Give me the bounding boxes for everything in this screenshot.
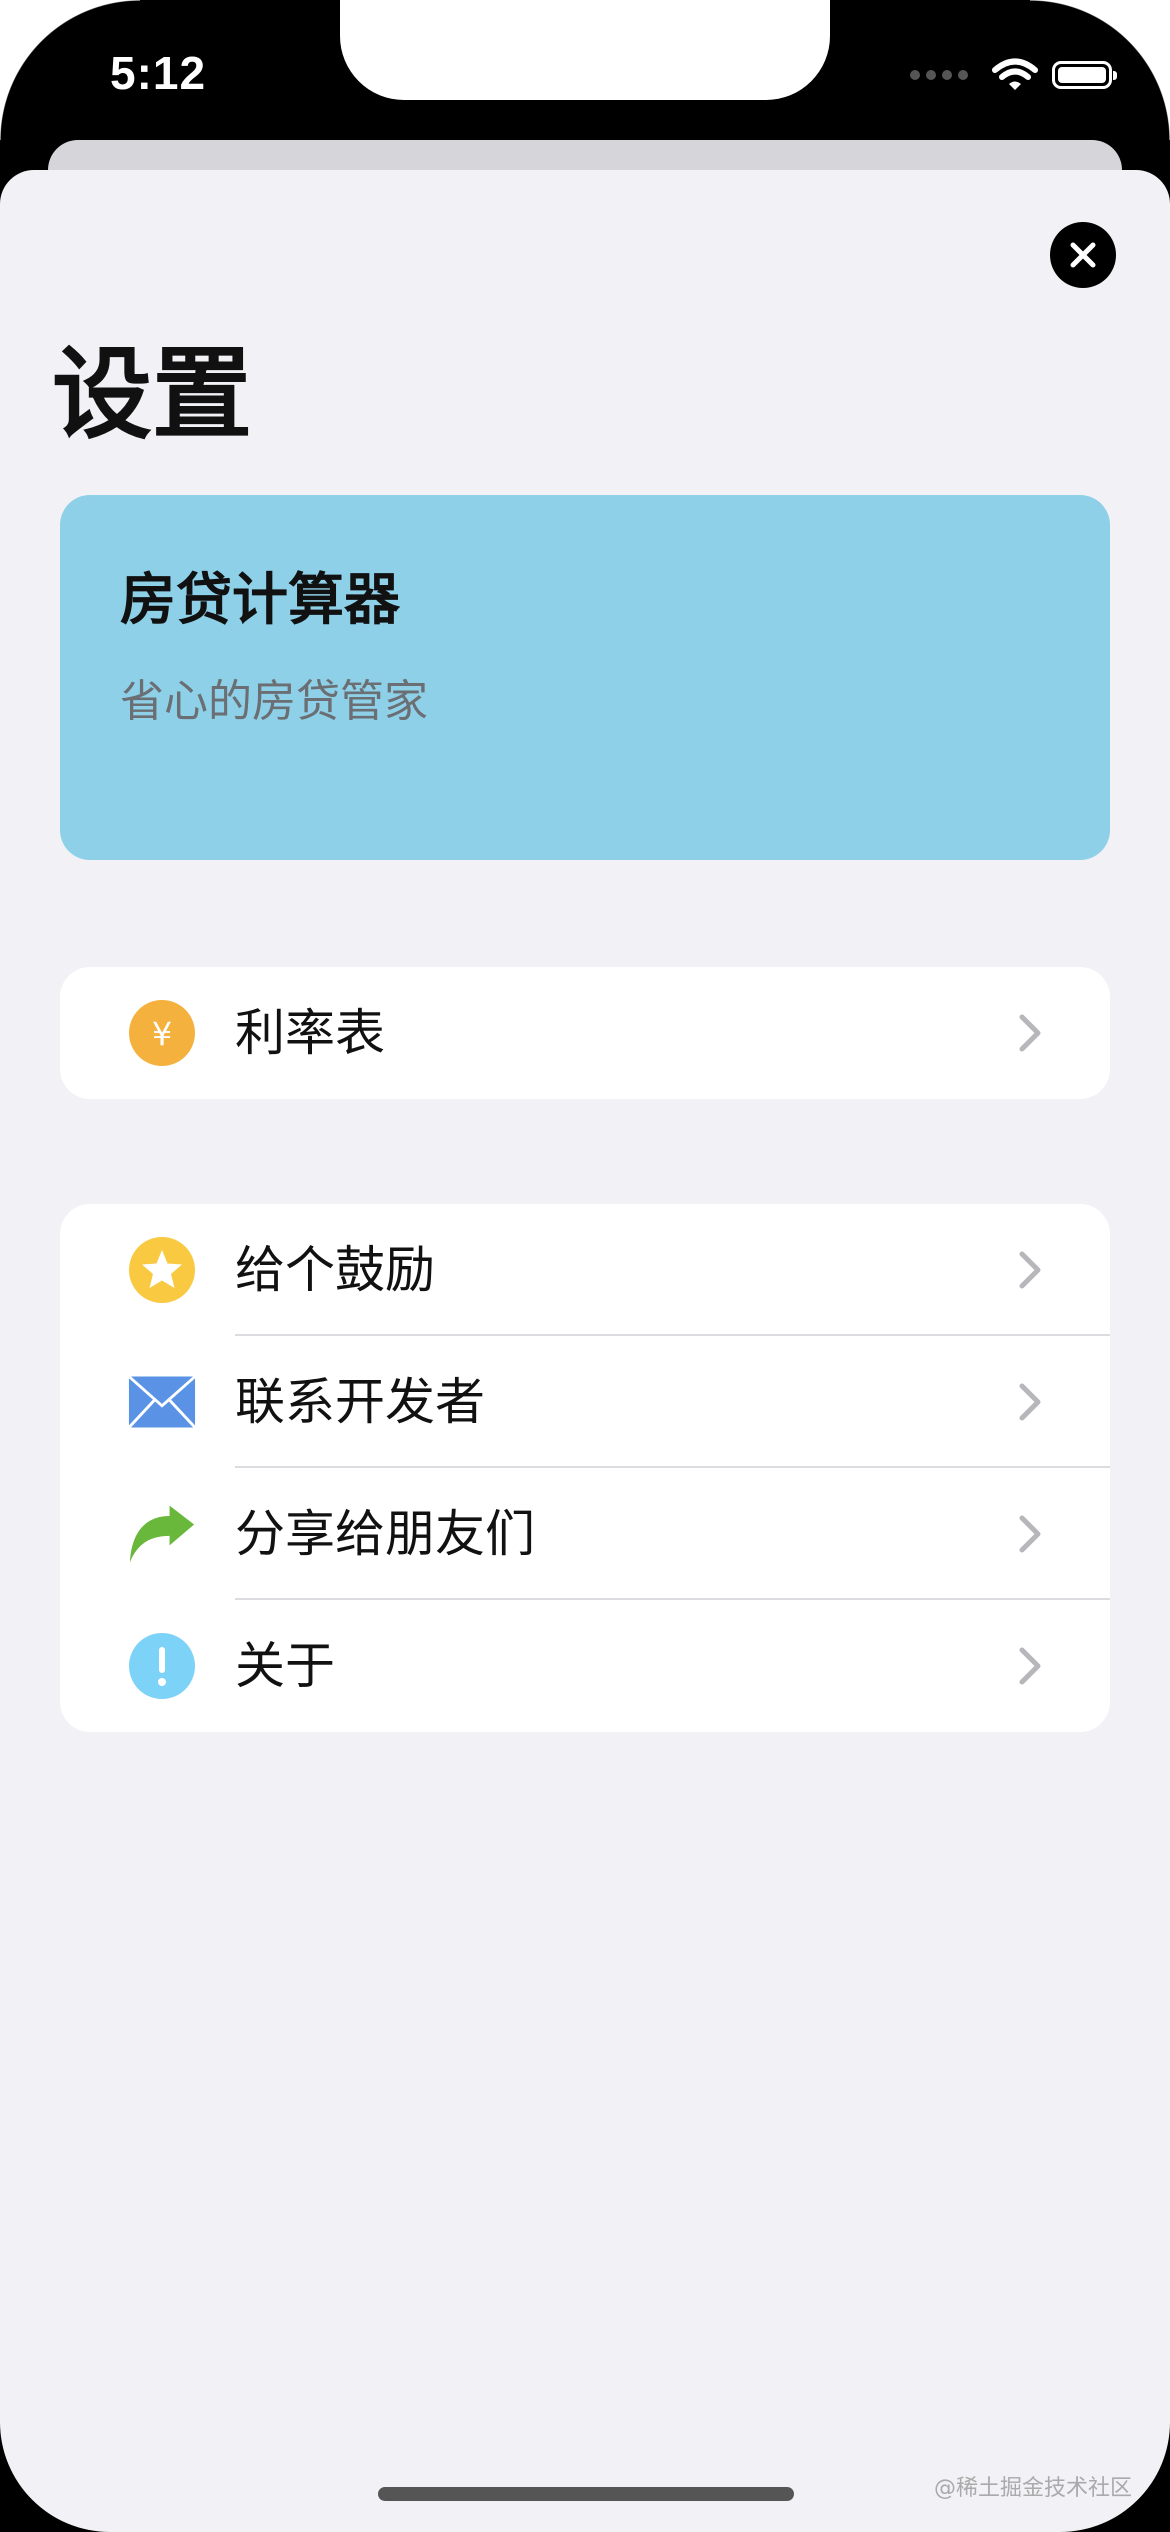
close-button[interactable] [1050,222,1116,288]
chevron-right-icon [1010,1646,1050,1686]
banner-title: 房贷计算器 [120,568,400,633]
status-bar: 5:12 [0,0,1170,150]
star-icon [128,1236,196,1304]
settings-row-share[interactable]: 分享给朋友们 [60,1468,1110,1600]
home-indicator[interactable] [378,2487,794,2501]
chevron-right-icon [1010,1250,1050,1290]
page-title: 设置 [52,336,252,453]
svg-text:¥: ¥ [152,1015,172,1053]
notch [340,0,830,100]
settings-group-more: 给个鼓励 联系开发者 分享给朋友们 关于 [60,1204,1110,1732]
row-label: 利率表 [235,1004,385,1062]
yen-icon: ¥ [128,999,196,1067]
app-banner: 房贷计算器 省心的房贷管家 [60,495,1110,860]
chevron-right-icon [1010,1013,1050,1053]
settings-row-encourage[interactable]: 给个鼓励 [60,1204,1110,1336]
row-label: 关于 [235,1637,335,1695]
row-label: 分享给朋友们 [235,1505,535,1563]
settings-row-rate-table[interactable]: ¥ 利率表 [60,967,1110,1099]
settings-group-rates: ¥ 利率表 [60,967,1110,1099]
row-label: 给个鼓励 [235,1241,435,1299]
close-icon [1070,242,1096,268]
wifi-icon [992,58,1038,90]
chevron-right-icon [1010,1382,1050,1422]
signal-dots-icon [910,70,968,80]
watermark: @稀土掘金技术社区 [933,2476,1132,2501]
status-time: 5:12 [110,47,207,99]
status-icons [910,55,1117,95]
settings-row-about[interactable]: 关于 [60,1600,1110,1732]
banner-subtitle: 省心的房贷管家 [120,676,428,727]
share-arrow-icon [128,1500,196,1568]
row-label: 联系开发者 [235,1373,485,1431]
settings-row-contact-developer[interactable]: 联系开发者 [60,1336,1110,1468]
chevron-right-icon [1010,1514,1050,1554]
info-icon [128,1632,196,1700]
battery-icon [1052,61,1117,89]
mail-icon [128,1368,196,1436]
